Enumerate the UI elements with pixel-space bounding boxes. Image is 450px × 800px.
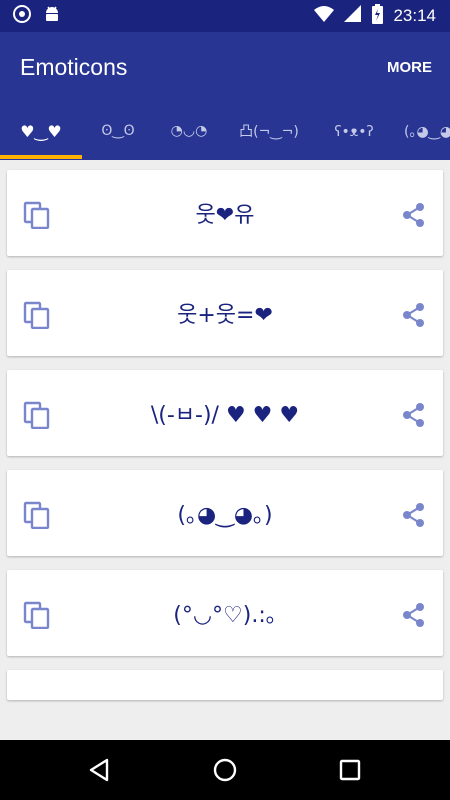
home-icon[interactable] bbox=[208, 753, 242, 787]
status-bar: 23:14 bbox=[0, 0, 450, 32]
share-icon[interactable] bbox=[400, 501, 428, 529]
share-icon[interactable] bbox=[400, 601, 428, 629]
emoticon-card[interactable]: (｡◕‿◕｡) bbox=[7, 470, 443, 556]
tab-happy[interactable]: ◔◡◔ bbox=[154, 102, 224, 160]
copy-icon[interactable] bbox=[23, 201, 51, 230]
copy-icon[interactable] bbox=[23, 501, 51, 530]
emoticon-text: (°◡°♡).:｡ bbox=[173, 603, 277, 628]
tab-label: ʕ•ᴥ•ʔ bbox=[334, 123, 374, 140]
recents-icon[interactable] bbox=[333, 753, 367, 787]
share-icon[interactable] bbox=[400, 401, 428, 429]
tab-label: (｡◕‿◕｡) bbox=[404, 124, 450, 140]
sync-icon bbox=[12, 4, 32, 28]
tab-label: ʘ‿ʘ bbox=[101, 123, 135, 139]
tab-indicator bbox=[0, 155, 82, 159]
copy-icon[interactable] bbox=[23, 401, 51, 430]
more-button[interactable]: MORE bbox=[379, 51, 440, 84]
emoticon-text: 웃❤유 bbox=[195, 203, 255, 228]
navigation-bar bbox=[0, 740, 450, 800]
copy-icon[interactable] bbox=[23, 601, 51, 630]
clock: 23:14 bbox=[393, 6, 436, 25]
back-icon[interactable] bbox=[82, 753, 116, 787]
emoticon-card-partial[interactable] bbox=[7, 670, 443, 700]
wifi-icon bbox=[314, 5, 335, 27]
emoticon-list[interactable]: 웃❤유 웃+웃=❤ \(-ㅂ-)/ ♥ ♥ ♥ (｡◕‿◕｡) (°◡°♡).:… bbox=[0, 160, 450, 740]
emoticon-text: \(-ㅂ-)/ ♥ ♥ ♥ bbox=[150, 403, 300, 428]
tab-hearts[interactable]: ♥‿♥ bbox=[0, 102, 82, 160]
app-bar: Emoticons MORE bbox=[0, 32, 450, 102]
tab-label: ♥‿♥ bbox=[20, 121, 62, 141]
tab-finger[interactable]: 凸(¬‿¬) bbox=[224, 102, 314, 160]
tab-cute[interactable]: (｡◕‿◕｡) bbox=[394, 102, 450, 160]
battery-icon bbox=[372, 4, 384, 28]
emoticon-text: 웃+웃=❤ bbox=[177, 303, 273, 328]
signal-icon bbox=[344, 5, 362, 27]
emoticon-card[interactable]: \(-ㅂ-)/ ♥ ♥ ♥ bbox=[7, 370, 443, 456]
emoticon-text: (｡◕‿◕｡) bbox=[177, 503, 273, 528]
tab-bar: ♥‿♥ ʘ‿ʘ ◔◡◔ 凸(¬‿¬) ʕ•ᴥ•ʔ (｡◕‿◕｡) bbox=[0, 102, 450, 160]
android-icon bbox=[42, 4, 62, 28]
emoticon-card[interactable]: 웃❤유 bbox=[7, 170, 443, 256]
emoticon-card[interactable]: (°◡°♡).:｡ bbox=[7, 570, 443, 656]
app-title: Emoticons bbox=[20, 53, 128, 80]
tab-label: ◔◡◔ bbox=[170, 123, 208, 139]
share-icon[interactable] bbox=[400, 201, 428, 229]
emoticon-card[interactable]: 웃+웃=❤ bbox=[7, 270, 443, 356]
tab-bear[interactable]: ʕ•ᴥ•ʔ bbox=[314, 102, 394, 160]
tab-surprised[interactable]: ʘ‿ʘ bbox=[82, 102, 154, 160]
tab-label: 凸(¬‿¬) bbox=[239, 124, 299, 140]
copy-icon[interactable] bbox=[23, 301, 51, 330]
share-icon[interactable] bbox=[400, 301, 428, 329]
